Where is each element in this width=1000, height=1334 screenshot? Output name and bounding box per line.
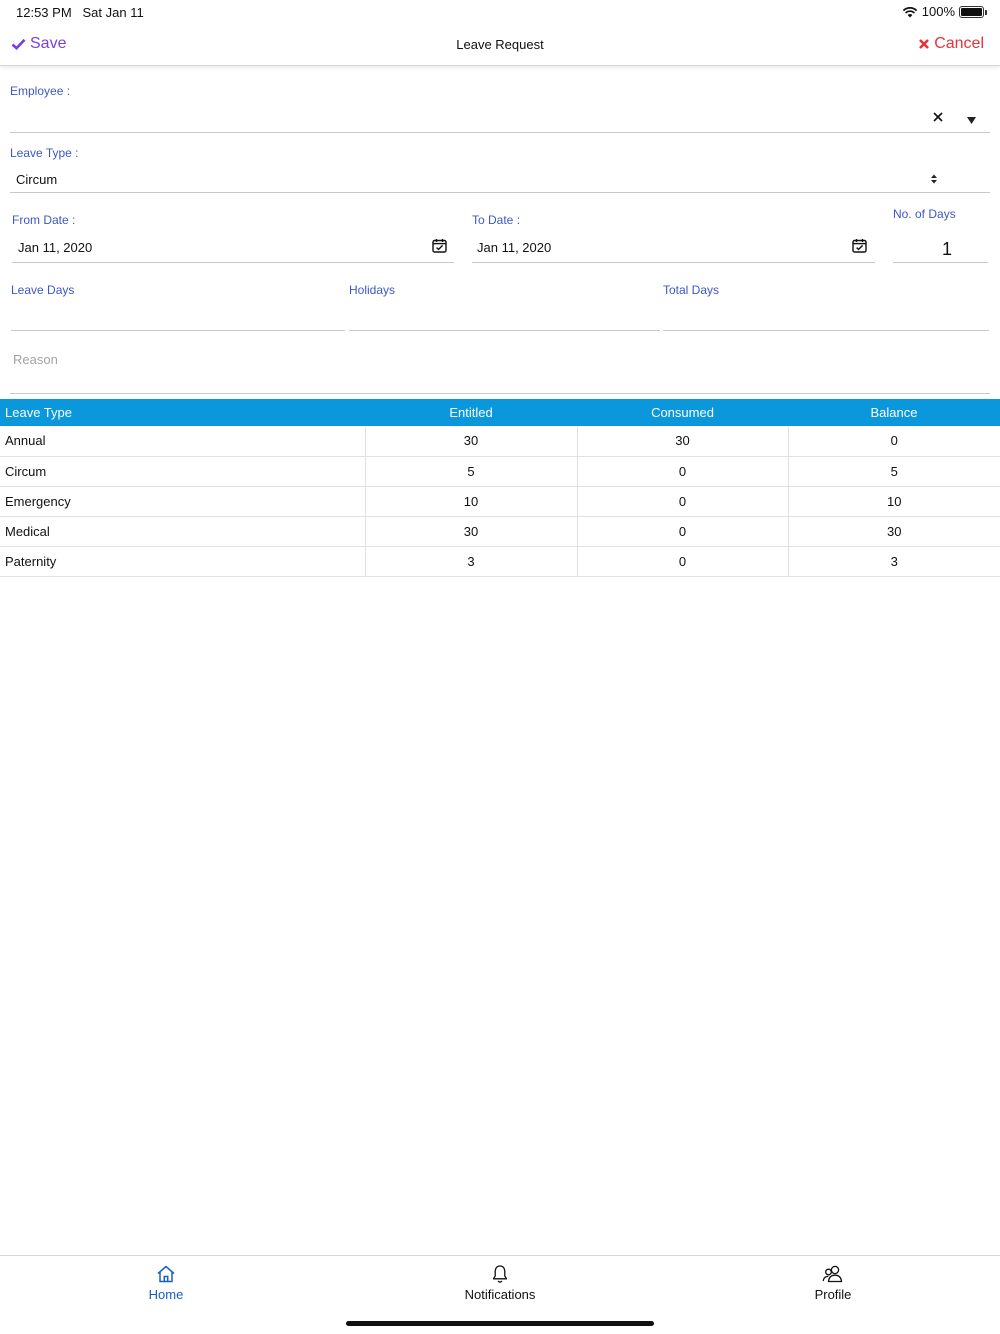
column-header-consumed: Consumed — [577, 399, 788, 426]
tab-notifications[interactable]: Notifications — [400, 1256, 600, 1316]
holidays-label: Holidays — [349, 283, 396, 297]
table-header-row: Leave Type Entitled Consumed Balance — [0, 399, 1000, 426]
cell-balance: 0 — [787, 426, 1000, 457]
leave-balance-table: Leave Type Entitled Consumed Balance Ann… — [0, 399, 1000, 577]
cell-balance: 3 — [787, 546, 1000, 577]
cell-balance: 30 — [787, 516, 1000, 547]
cell-entitled: 3 — [364, 546, 577, 577]
clear-icon[interactable] — [933, 112, 943, 122]
cell-balance: 10 — [787, 486, 1000, 517]
cell-leave-type: Annual — [0, 426, 365, 457]
wifi-icon — [902, 6, 917, 17]
column-header-entitled: Entitled — [365, 399, 577, 426]
cell-leave-type: Circum — [0, 456, 365, 487]
column-header-leave-type: Leave Type — [0, 399, 365, 426]
reason-input[interactable]: Reason — [13, 352, 989, 388]
to-date-input[interactable]: Jan 11, 2020 — [477, 240, 551, 255]
calendar-icon[interactable] — [432, 238, 447, 253]
cell-consumed: 30 — [576, 426, 788, 457]
close-icon — [919, 39, 930, 49]
tab-home[interactable]: Home — [66, 1256, 266, 1316]
cell-entitled: 5 — [364, 456, 577, 487]
cell-balance: 5 — [787, 456, 1000, 487]
table-row[interactable]: Emergency 10 0 10 — [0, 486, 1000, 517]
no-of-days-label: No. of Days — [893, 207, 956, 221]
cell-consumed: 0 — [576, 546, 788, 577]
cell-leave-type: Medical — [0, 516, 365, 547]
column-header-balance: Balance — [788, 399, 1000, 426]
cell-consumed: 0 — [576, 516, 788, 547]
holidays-input[interactable] — [349, 330, 660, 331]
battery-icon — [959, 5, 987, 18]
to-date-underline — [472, 262, 875, 263]
leave-type-underline — [10, 192, 990, 193]
table-row[interactable]: Circum 5 0 5 — [0, 456, 1000, 487]
nav-bar: Save Leave Request Cancel — [0, 24, 1000, 66]
from-date-label: From Date : — [12, 213, 76, 227]
table-row[interactable]: Medical 30 0 30 — [0, 516, 1000, 547]
reason-underline — [10, 393, 990, 394]
table-row[interactable]: Annual 30 30 0 — [0, 426, 1000, 457]
home-icon — [157, 1265, 175, 1283]
cell-entitled: 30 — [364, 426, 577, 457]
people-icon — [822, 1265, 843, 1283]
status-time: 12:53 PM Sat Jan 11 — [16, 5, 144, 20]
tab-profile-label: Profile — [814, 1287, 852, 1302]
from-date-input[interactable]: Jan 11, 2020 — [18, 240, 92, 255]
no-of-days-input[interactable]: 1 — [893, 239, 952, 260]
page-title: Leave Request — [456, 37, 544, 52]
cell-leave-type: Paternity — [0, 546, 365, 577]
employee-underline — [10, 132, 990, 133]
cell-consumed: 0 — [576, 486, 788, 517]
chevron-down-icon[interactable] — [967, 117, 976, 124]
select-arrows-icon[interactable] — [930, 173, 938, 185]
tab-notifications-label: Notifications — [464, 1287, 536, 1302]
leave-days-input[interactable] — [11, 330, 345, 331]
cell-entitled: 10 — [364, 486, 577, 517]
no-of-days-underline — [893, 262, 988, 263]
from-date-underline — [12, 262, 454, 263]
cancel-label: Cancel — [934, 35, 984, 52]
leave-type-label: Leave Type : — [10, 146, 79, 160]
employee-label: Employee : — [10, 84, 71, 98]
table-row[interactable]: Paternity 3 0 3 — [0, 546, 1000, 577]
bell-icon — [492, 1265, 508, 1283]
battery-percent: 100% — [921, 4, 955, 19]
leave-type-select[interactable]: Circum — [16, 172, 916, 187]
to-date-label: To Date : — [472, 213, 521, 227]
home-indicator[interactable] — [346, 1321, 654, 1326]
cancel-button[interactable]: Cancel — [918, 35, 984, 53]
leave-days-label: Leave Days — [11, 283, 75, 297]
total-days-input[interactable] — [663, 330, 989, 331]
status-indicators: 100% — [902, 4, 987, 19]
total-days-label: Total Days — [663, 283, 720, 297]
tab-profile[interactable]: Profile — [733, 1256, 933, 1316]
tab-home-label: Home — [148, 1287, 184, 1302]
calendar-icon[interactable] — [852, 238, 867, 253]
cell-consumed: 0 — [576, 456, 788, 487]
cell-entitled: 30 — [364, 516, 577, 547]
status-bar: 12:53 PM Sat Jan 11 100% — [0, 0, 1000, 24]
cell-leave-type: Emergency — [0, 486, 365, 517]
